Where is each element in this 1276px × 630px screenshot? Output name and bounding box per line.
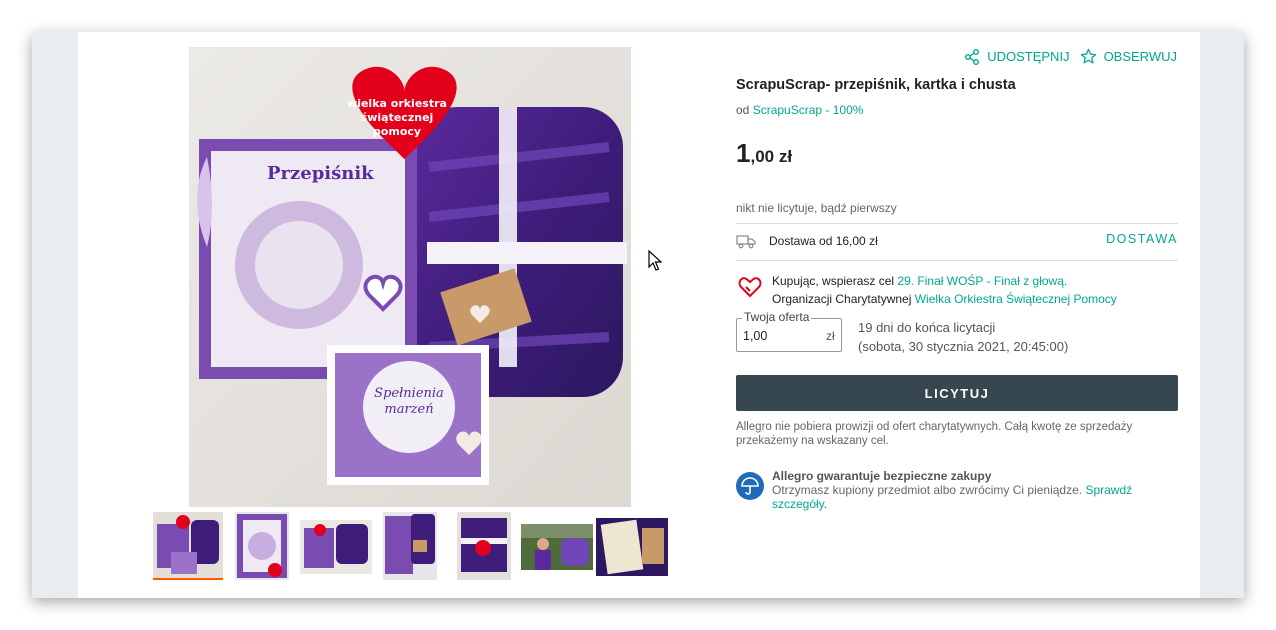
- seller-link[interactable]: ScrapuScrap - 100%: [753, 103, 864, 117]
- sticker-line-2: świątecznej: [361, 111, 434, 124]
- charity-heart-icon: [738, 277, 762, 298]
- thumbnail-5[interactable]: [457, 512, 511, 580]
- watch-label: OBSERWUJ: [1103, 49, 1177, 64]
- product-photo: Przepiśnik Spełnienia marzeń wielka orki…: [189, 47, 631, 507]
- price-fraction: ,00 zł: [750, 147, 793, 166]
- thumbnail-2[interactable]: [235, 512, 289, 580]
- offer-legend: Twoja oferta: [742, 310, 812, 324]
- seller-info: od ScrapuScrap - 100%: [736, 103, 863, 117]
- share-label: UDOSTĘPNIJ: [987, 49, 1070, 64]
- thumbnail-7[interactable]: [596, 518, 668, 576]
- charity-organization-link[interactable]: Wielka Orkiestra Świątecznej Pomocy: [915, 292, 1117, 306]
- price-integer: 1: [736, 138, 751, 168]
- thumbnail-1[interactable]: [153, 512, 223, 580]
- delivery-link[interactable]: DOSTAWA: [1106, 232, 1178, 246]
- bid-status: nikt nie licytuje, bądź pierwszy: [736, 201, 897, 215]
- guarantee-title: Allegro gwarantuje bezpieczne zakupy: [772, 469, 992, 483]
- card-label-1: Spełnienia: [374, 386, 444, 401]
- share-icon: [965, 48, 980, 65]
- end-date: (sobota, 30 stycznia 2021, 20:45:00): [858, 339, 1069, 354]
- thumbnail-4[interactable]: [383, 512, 437, 580]
- star-icon: [1080, 48, 1096, 64]
- notebook-label: Przepiśnik: [267, 163, 374, 184]
- offer-amount-input[interactable]: [743, 329, 813, 343]
- bid-button[interactable]: LICYTUJ: [736, 375, 1178, 411]
- price: 1,00 zł: [736, 138, 792, 169]
- divider: [736, 223, 1178, 224]
- purchase-guarantee: Allegro gwarantuje bezpieczne zakupy Otr…: [772, 469, 1177, 511]
- delivery-price: Dostawa od 16,00 zł: [769, 234, 878, 248]
- guarantee-suffix: .: [823, 497, 828, 511]
- auction-countdown: 19 dni do końca licytacji (sobota, 30 st…: [858, 318, 1068, 356]
- umbrella-icon: [736, 472, 764, 500]
- charity-info: Kupując, wspierasz cel 29. Finał WOŚP - …: [772, 272, 1117, 308]
- sticker-line-1: wielka orkiestra: [347, 97, 447, 110]
- charity-line1-prefix: Kupując, wspierasz cel: [772, 274, 898, 288]
- offer-currency: zł: [826, 329, 835, 343]
- offer-actions: UDOSTĘPNIJ OBSERWUJ: [964, 48, 1177, 65]
- thumbnail-3[interactable]: [300, 520, 372, 574]
- offer-title: ScrapuScrap- przepiśnik, kartka i chusta: [736, 77, 1016, 93]
- watch-button[interactable]: OBSERWUJ: [1080, 48, 1177, 65]
- charity-goal-link[interactable]: 29. Finał WOŚP - Finał z głową.: [897, 274, 1067, 288]
- commission-note: Allegro nie pobiera prowizji od ofert ch…: [736, 421, 1133, 447]
- share-button[interactable]: UDOSTĘPNIJ: [964, 48, 1070, 65]
- divider: [736, 260, 1178, 261]
- main-product-image[interactable]: Przepiśnik Spełnienia marzeń wielka orki…: [189, 47, 631, 507]
- mouse-cursor-icon: [648, 249, 663, 272]
- guarantee-text: Otrzymasz kupiony przedmiot albo zwrócim…: [772, 483, 1086, 497]
- sticker-line-3: pomocy: [373, 125, 421, 138]
- card-label-2: marzeń: [384, 402, 433, 417]
- thumbnail-6[interactable]: [521, 524, 593, 570]
- seller-prefix: od: [736, 103, 750, 117]
- charity-line2-prefix: Organizacji Charytatywnej: [772, 292, 915, 306]
- days-left: 19 dni do końca licytacji: [858, 320, 996, 335]
- truck-icon: [736, 235, 756, 249]
